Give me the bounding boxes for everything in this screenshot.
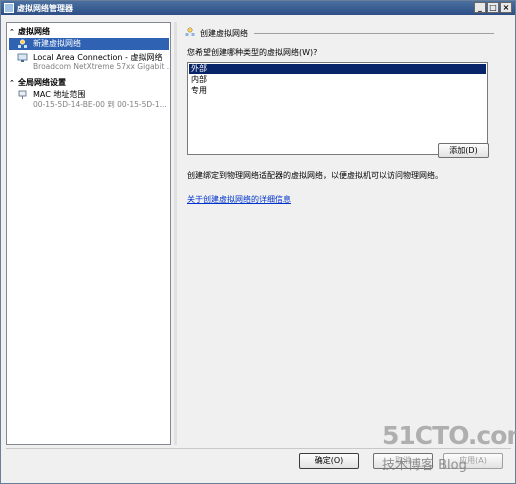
minimize-button[interactable]: _: [474, 2, 486, 13]
maximize-button[interactable]: □: [487, 2, 499, 13]
tree-item-sublabel: Broadcom NetXtreme 57xx Gigabit ...: [33, 62, 169, 71]
tree-item-label: 新建虚拟网络: [33, 39, 81, 48]
header-divider: [254, 33, 494, 34]
section-global-network-settings[interactable]: ⌃ 全局网络设置: [9, 77, 169, 88]
mac-address-icon: [18, 90, 27, 99]
title-bar[interactable]: 虚拟网络管理器 _ □ ×: [1, 1, 515, 15]
watermark: 51CTO.com 技术博客 Blog: [382, 421, 516, 481]
tree-item-local-area-connection[interactable]: Local Area Connection - 虚拟网络 Broadcom Ne…: [9, 52, 169, 74]
tree-item-sublabel: 00-15-5D-14-BE-00 到 00-15-5D-1...: [33, 100, 167, 109]
network-type-option-private[interactable]: 专用: [189, 86, 486, 96]
app-icon: [4, 3, 14, 13]
navigation-tree: ⌃ 虚拟网络 新建虚拟网络 Local Area Connection - 虚拟网…: [6, 22, 171, 445]
pane-splitter[interactable]: [174, 22, 177, 445]
watermark-sub: 技术博客 Blog: [382, 458, 467, 473]
section-title: 创建虚拟网络: [200, 29, 248, 38]
network-type-description: 创建绑定到物理网络适配器的虚拟网络，以便虚拟机可以访问物理网络。: [187, 171, 443, 180]
section-virtual-networks[interactable]: ⌃ 虚拟网络: [9, 26, 169, 37]
network-type-option-external[interactable]: 外部: [189, 64, 486, 74]
collapse-chevron-icon[interactable]: ⌃: [9, 79, 18, 87]
add-button[interactable]: 添加(D): [438, 143, 489, 158]
collapse-chevron-icon[interactable]: ⌃: [9, 28, 18, 36]
network-type-listbox[interactable]: 外部 内部 专用: [187, 62, 488, 155]
network-adapter-icon: [17, 53, 28, 62]
section-label: 虚拟网络: [18, 27, 50, 36]
details-link[interactable]: 关于创建虚拟网络的详细信息: [187, 194, 291, 205]
watermark-main: 51CTO.com: [382, 421, 516, 450]
new-network-icon: [18, 39, 27, 48]
new-network-icon: [185, 27, 195, 36]
tree-item-mac-address-range[interactable]: MAC 地址范围 00-15-5D-14-BE-00 到 00-15-5D-1.…: [9, 89, 169, 111]
ok-button[interactable]: 确定(O): [299, 453, 359, 469]
window-title: 虚拟网络管理器: [17, 4, 73, 13]
network-type-option-internal[interactable]: 内部: [189, 75, 486, 85]
network-type-prompt: 您希望创建哪种类型的虚拟网络(W)?: [187, 48, 318, 57]
close-button[interactable]: ×: [500, 2, 512, 13]
details-pane: 创建虚拟网络 您希望创建哪种类型的虚拟网络(W)? 外部 内部 专用 添加(D)…: [179, 22, 511, 445]
tree-item-new-virtual-network[interactable]: 新建虚拟网络: [9, 38, 169, 50]
virtual-network-manager-window: 虚拟网络管理器 _ □ × ⌃ 虚拟网络 新建虚拟网络 Local Area Co…: [0, 0, 516, 484]
section-label: 全局网络设置: [18, 78, 66, 87]
